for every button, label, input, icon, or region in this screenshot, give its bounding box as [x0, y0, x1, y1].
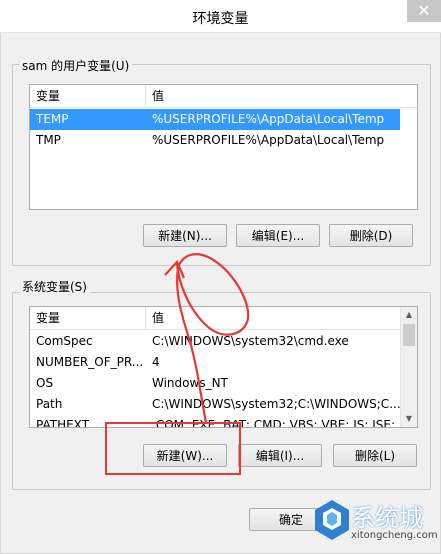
annotation-overlay	[105, 253, 250, 475]
watermark-logo-icon	[315, 500, 349, 540]
watermark: 系统城 xitongcheng.com	[311, 494, 441, 554]
annotation-arrowhead-icon	[164, 260, 186, 279]
environment-variables-dialog: 环境变量 ✕ sam 的用户变量(U) 变量 值 TEMP %USERPROFI…	[0, 0, 441, 554]
watermark-url: xitongcheng.com	[351, 530, 438, 541]
watermark-brand: 系统城	[351, 504, 423, 532]
annotation-rectangle	[105, 422, 241, 475]
annotation-arrow	[175, 253, 250, 424]
